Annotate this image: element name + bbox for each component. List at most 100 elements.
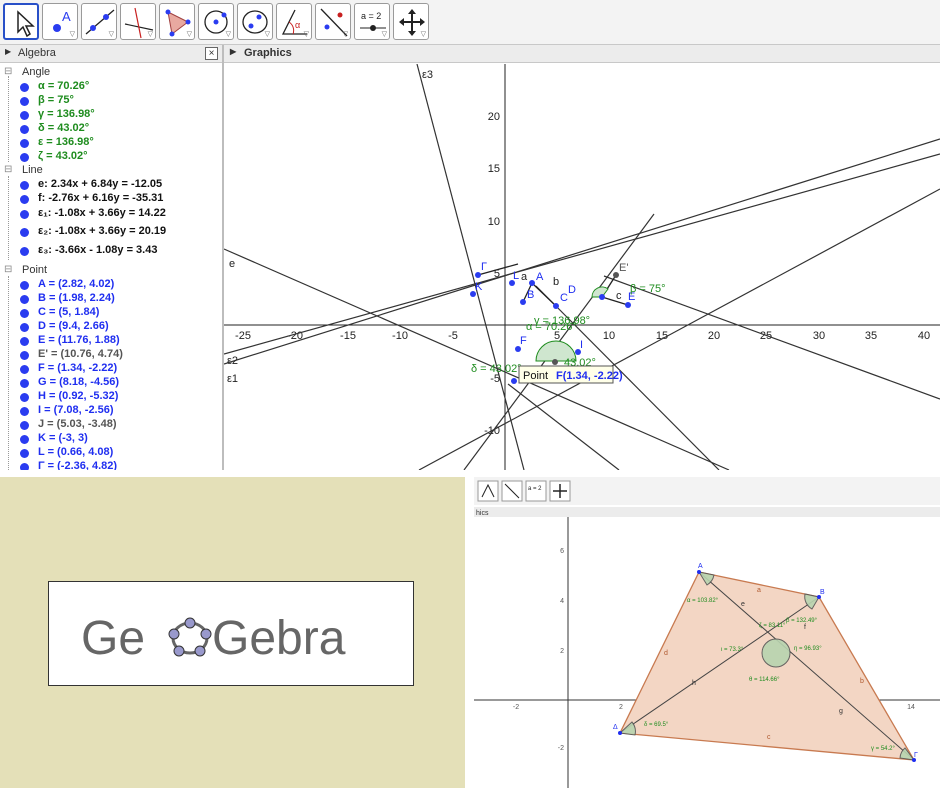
algebra-item-alpha[interactable]: α = 70.26° [0, 80, 222, 94]
point-h[interactable] [511, 378, 517, 384]
algebra-item-point-j[interactable]: J = (5.03, -3.48) [0, 418, 222, 432]
label-delta: Δ [613, 724, 618, 731]
visibility-toggle-icon[interactable] [20, 365, 29, 374]
visibility-toggle-icon[interactable] [20, 337, 29, 346]
algebra-item-line-eps2[interactable]: ε₂: -1.08x + 3.66y = 20.19 [0, 225, 222, 239]
algebra-item-zeta[interactable]: ζ = 43.02° [0, 150, 222, 164]
point-gamma[interactable] [912, 758, 916, 762]
line-lower-short[interactable] [507, 383, 620, 470]
algebra-item-point-k[interactable]: K = (-3, 3) [0, 432, 222, 446]
quadrilateral-polygon[interactable] [619, 571, 916, 761]
visibility-toggle-icon[interactable] [20, 393, 29, 402]
line-tool-button[interactable]: ▽ [81, 3, 117, 40]
algebra-item-point-e-prime[interactable]: E' = (10.76, 4.74) [0, 348, 222, 362]
algebra-item-point-c[interactable]: C = (5, 1.84) [0, 306, 222, 320]
algebra-item-point-d[interactable]: D = (9.4, 2.66) [0, 320, 222, 334]
x-tick-label: 14 [907, 704, 915, 711]
visibility-toggle-icon[interactable] [20, 153, 29, 162]
algebra-item-beta[interactable]: β = 75° [0, 94, 222, 108]
point-d[interactable] [599, 294, 605, 300]
graphics-canvas[interactable]: -25 -20 -15 -10 -5 5 10 15 20 25 30 35 4… [224, 64, 940, 470]
slider-tool-button[interactable]: a = 2 ▽ [354, 3, 390, 40]
line-eps1[interactable] [224, 138, 940, 365]
collapse-arrow-icon[interactable]: ▶ [5, 47, 11, 56]
algebra-view-header[interactable]: ▶ Algebra × [0, 45, 222, 63]
algebra-item-line-f[interactable]: f: -2.76x + 6.16y = -35.31 [0, 192, 222, 206]
visibility-toggle-icon[interactable] [20, 449, 29, 458]
visibility-toggle-icon[interactable] [20, 421, 29, 430]
label-angle-zeta: ζ = 83.11° [759, 623, 786, 629]
visibility-toggle-icon[interactable] [20, 125, 29, 134]
line-lower-right[interactable] [418, 188, 940, 470]
point-j[interactable] [552, 359, 558, 365]
visibility-toggle-icon[interactable] [20, 247, 29, 256]
polygon-tool-button[interactable]: ▽ [159, 3, 195, 40]
angle-tool-button[interactable]: α ▽ [276, 3, 312, 40]
point-a[interactable] [697, 570, 701, 574]
label-gamma: Γ [481, 261, 487, 273]
category-point[interactable]: ⊟ Point [0, 264, 222, 278]
algebra-item-point-l[interactable]: L = (0.66, 4.08) [0, 446, 222, 460]
visibility-toggle-icon[interactable] [20, 407, 29, 416]
algebra-item-point-g[interactable]: G = (8.18, -4.56) [0, 376, 222, 390]
algebra-item-epsilon[interactable]: ε = 136.98° [0, 136, 222, 150]
visibility-toggle-icon[interactable] [20, 228, 29, 237]
algebra-item-line-eps1[interactable]: ε₁: -1.08x + 3.66y = 14.22 [0, 207, 222, 221]
visibility-toggle-icon[interactable] [20, 309, 29, 318]
algebra-item-point-b[interactable]: B = (1.98, 2.24) [0, 292, 222, 306]
algebra-item-point-e[interactable]: E = (11.76, 1.88) [0, 334, 222, 348]
visibility-toggle-icon[interactable] [20, 111, 29, 120]
graphics-view-header[interactable]: ▶ Graphics [224, 45, 940, 63]
visibility-toggle-icon[interactable] [20, 463, 29, 470]
visibility-toggle-icon[interactable] [20, 83, 29, 92]
visibility-toggle-icon[interactable] [20, 97, 29, 106]
toolbar: A ▽ ▽ ▽ ▽ ▽ ▽ α ▽ ▽ a = 2 ▽ ▽ [0, 0, 940, 45]
visibility-toggle-icon[interactable] [20, 281, 29, 290]
algebra-item-line-e[interactable]: e: 2.34x + 6.84y = -12.05 [0, 178, 222, 192]
visibility-toggle-icon[interactable] [20, 181, 29, 190]
move-graphics-tool-button[interactable]: ▽ [393, 3, 429, 40]
algebra-item-line-eps3[interactable]: ε₃: -3.66x - 1.08y = 3.43 [0, 244, 222, 258]
collapse-icon[interactable]: ⊟ [4, 66, 12, 77]
visibility-toggle-icon[interactable] [20, 139, 29, 148]
collapse-icon[interactable]: ⊟ [4, 264, 12, 275]
perpendicular-tool-button[interactable]: ▽ [120, 3, 156, 40]
label-angle-iota: ι = 73.3° [721, 647, 744, 653]
algebra-item-point-a[interactable]: A = (2.82, 4.02) [0, 278, 222, 292]
algebra-item-point-f[interactable]: F = (1.34, -2.22) [0, 362, 222, 376]
category-line[interactable]: ⊟ Line [0, 164, 222, 178]
circle-tool-button[interactable]: ▽ [198, 3, 234, 40]
reflect-tool-button[interactable]: ▽ [315, 3, 351, 40]
visibility-toggle-icon[interactable] [20, 295, 29, 304]
visibility-toggle-icon[interactable] [20, 351, 29, 360]
visibility-toggle-icon[interactable] [20, 195, 29, 204]
move-tool-button[interactable] [3, 3, 39, 40]
algebra-item-delta[interactable]: δ = 43.02° [0, 122, 222, 136]
point-b[interactable] [520, 299, 526, 305]
angle-arc-center[interactable] [761, 638, 791, 668]
algebra-item-point-gamma[interactable]: Γ = (-2.36, 4.82) [0, 460, 222, 470]
point-a[interactable] [529, 280, 535, 286]
category-label: Point [22, 264, 48, 276]
point-delta[interactable] [618, 731, 622, 735]
collapse-icon[interactable]: ⊟ [4, 164, 12, 175]
algebra-item-gamma[interactable]: γ = 136.98° [0, 108, 222, 122]
graphics-view[interactable]: -25 -20 -15 -10 -5 5 10 15 20 25 30 35 4… [224, 64, 940, 470]
conic-tool-button[interactable]: ▽ [237, 3, 273, 40]
category-angle[interactable]: ⊟ Angle [0, 66, 222, 80]
algebra-item-point-i[interactable]: I = (7.08, -2.56) [0, 404, 222, 418]
visibility-toggle-icon[interactable] [20, 379, 29, 388]
visibility-toggle-icon[interactable] [20, 210, 29, 219]
point-tool-button[interactable]: A ▽ [42, 3, 78, 40]
algebra-item-point-h[interactable]: H = (0.92, -5.32) [0, 390, 222, 404]
label-angle-beta: β = 132.49° [786, 618, 818, 624]
segment[interactable] [601, 296, 629, 306]
visibility-toggle-icon[interactable] [20, 323, 29, 332]
point-c[interactable] [553, 303, 559, 309]
collapse-arrow-icon[interactable]: ▶ [230, 47, 236, 56]
label-side-d: d [664, 650, 668, 657]
close-icon[interactable]: × [205, 47, 218, 60]
visibility-toggle-icon[interactable] [20, 435, 29, 444]
dropdown-triangle-icon: ▽ [342, 31, 348, 38]
point-b[interactable] [817, 595, 821, 599]
